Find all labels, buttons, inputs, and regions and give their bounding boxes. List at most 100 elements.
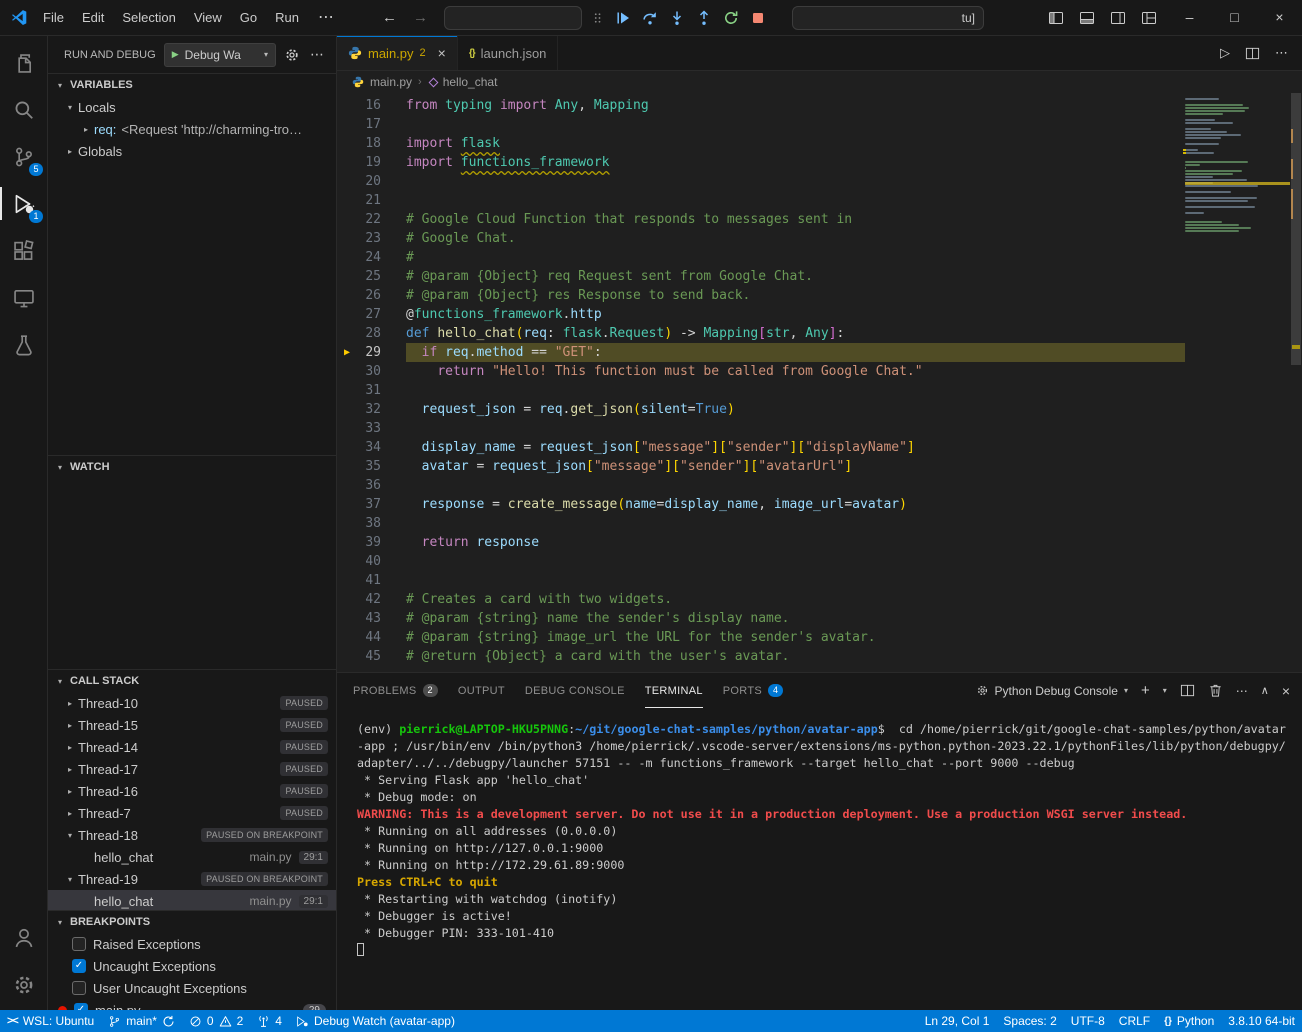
menu-overflow-icon[interactable]: ⋯ — [308, 1, 344, 35]
activity-accounts[interactable] — [0, 914, 48, 961]
code-line-31[interactable]: 31 — [337, 381, 1185, 400]
terminal-profile-chevron-icon[interactable]: ▾ — [1163, 686, 1167, 695]
line-number[interactable]: 41 — [337, 571, 381, 590]
code-line-45[interactable]: 45# @return {Object} a card with the use… — [337, 647, 1185, 666]
watch-header[interactable]: ▾ WATCH — [48, 456, 336, 478]
split-editor-icon[interactable] — [1245, 46, 1260, 61]
toggle-sidebar-icon[interactable] — [1048, 10, 1064, 26]
indentation[interactable]: Spaces: 2 — [996, 1010, 1063, 1032]
menu-file[interactable]: File — [34, 1, 73, 35]
line-number[interactable]: 17 — [337, 115, 381, 134]
drag-grip-icon[interactable] — [592, 10, 604, 26]
breakpoints-header[interactable]: ▾ BREAKPOINTS — [48, 911, 336, 933]
restart-icon[interactable] — [723, 10, 739, 26]
line-number[interactable]: 31 — [337, 381, 381, 400]
line-number[interactable]: 37 — [337, 495, 381, 514]
line-number[interactable]: 36 — [337, 476, 381, 495]
code-line-27[interactable]: 27@functions_framework.http — [337, 305, 1185, 324]
code-line-38[interactable]: 38 — [337, 514, 1185, 533]
breakpoint-checkbox[interactable] — [72, 981, 86, 995]
tab-launch-json[interactable]: {} launch.json — [458, 36, 559, 70]
line-number[interactable]: 32 — [337, 400, 381, 419]
forward-icon[interactable]: → — [413, 9, 428, 26]
breakpoint-checkbox[interactable]: ✓ — [74, 1003, 88, 1010]
toggle-panel-icon[interactable] — [1079, 10, 1095, 26]
activity-explorer[interactable] — [0, 39, 48, 86]
callstack-thread[interactable]: ▾Thread-19PAUSED ON BREAKPOINT — [48, 868, 336, 890]
callstack-frame[interactable]: hello_chatmain.py29:1 — [48, 890, 336, 910]
forwarded-ports-status[interactable]: 4 — [250, 1010, 289, 1032]
tab-problems-panel[interactable]: PROBLEMS2 — [353, 673, 438, 708]
line-number[interactable]: 21 — [337, 191, 381, 210]
line-number[interactable]: 18 — [337, 134, 381, 153]
code-line-21[interactable]: 21 — [337, 191, 1185, 210]
line-number[interactable]: 25 — [337, 267, 381, 286]
language-mode[interactable]: {}Python — [1157, 1010, 1221, 1032]
run-python-file-icon[interactable]: ▷ — [1220, 45, 1230, 61]
variables-header[interactable]: ▾ VARIABLES — [48, 74, 336, 96]
encoding[interactable]: UTF-8 — [1064, 1010, 1112, 1032]
code-line-18[interactable]: 18import flask — [337, 134, 1185, 153]
variables-scope-locals[interactable]: ▾ Locals — [48, 96, 336, 118]
tab-debug-console[interactable]: DEBUG CONSOLE — [525, 673, 625, 708]
search-box[interactable]: tu] — [792, 6, 984, 30]
code-line-22[interactable]: 22# Google Cloud Function that responds … — [337, 210, 1185, 229]
code-line-28[interactable]: 28def hello_chat(req: flask.Request) -> … — [337, 324, 1185, 343]
step-over-icon[interactable] — [642, 10, 658, 26]
stop-icon[interactable] — [750, 10, 766, 26]
maximize-button[interactable]: □ — [1212, 0, 1257, 35]
callstack-thread[interactable]: ▸Thread-7PAUSED — [48, 802, 336, 824]
line-number[interactable]: 20 — [337, 172, 381, 191]
line-number[interactable]: 26 — [337, 286, 381, 305]
code-line-32[interactable]: 32 request_json = req.get_json(silent=Tr… — [337, 400, 1185, 419]
breakpoint-row[interactable]: User Uncaught Exceptions — [48, 977, 336, 999]
continue-icon[interactable] — [615, 10, 631, 26]
line-number[interactable]: 38 — [337, 514, 381, 533]
command-center-search[interactable] — [444, 6, 582, 30]
menu-edit[interactable]: Edit — [73, 1, 113, 35]
line-number[interactable]: 16 — [337, 96, 381, 115]
code-line-29[interactable]: 29▶ if req.method == "GET": — [337, 343, 1185, 362]
code-line-20[interactable]: 20 — [337, 172, 1185, 191]
line-number[interactable]: 24 — [337, 248, 381, 267]
remote-indicator[interactable]: >< WSL: Ubuntu — [0, 1010, 101, 1032]
code-line-30[interactable]: 30 return "Hello! This function must be … — [337, 362, 1185, 381]
split-terminal-icon[interactable] — [1180, 683, 1195, 698]
callstack-thread[interactable]: ▸Thread-14PAUSED — [48, 736, 336, 758]
editor-scrollbar[interactable] — [1290, 93, 1302, 672]
cursor-position[interactable]: Ln 29, Col 1 — [918, 1010, 997, 1032]
customize-layout-icon[interactable] — [1141, 10, 1157, 26]
line-number[interactable]: 34 — [337, 438, 381, 457]
breakpoint-checkbox[interactable]: ✓ — [72, 959, 86, 973]
code-line-16[interactable]: 16from typing import Any, Mapping — [337, 96, 1185, 115]
eol-sequence[interactable]: CRLF — [1112, 1010, 1157, 1032]
code-line-34[interactable]: 34 display_name = request_json["message"… — [337, 438, 1185, 457]
callstack-thread[interactable]: ▾Thread-18PAUSED ON BREAKPOINT — [48, 824, 336, 846]
line-number[interactable]: 19 — [337, 153, 381, 172]
variable-req[interactable]: ▸ req: <Request 'http://charming-tro… — [48, 118, 336, 140]
breakpoint-row[interactable]: Raised Exceptions — [48, 933, 336, 955]
python-interpreter[interactable]: 3.8.10 64-bit — [1221, 1010, 1302, 1032]
breadcrumb-file[interactable]: main.py — [370, 75, 412, 89]
line-number[interactable]: 27 — [337, 305, 381, 324]
activity-extensions[interactable] — [0, 227, 48, 274]
minimize-button[interactable]: – — [1167, 0, 1212, 35]
callstack-thread[interactable]: ▸Thread-16PAUSED — [48, 780, 336, 802]
maximize-panel-icon[interactable]: ∧ — [1261, 684, 1269, 697]
debug-session-status[interactable]: Debug Watch (avatar-app) — [289, 1010, 462, 1032]
line-number[interactable]: 28 — [337, 324, 381, 343]
code-line-42[interactable]: 42# Creates a card with two widgets. — [337, 590, 1185, 609]
code-line-43[interactable]: 43# @param {string} name the sender's di… — [337, 609, 1185, 628]
breakpoint-row[interactable]: ✓Uncaught Exceptions — [48, 955, 336, 977]
step-into-icon[interactable] — [669, 10, 685, 26]
callstack-thread[interactable]: ▸Thread-15PAUSED — [48, 714, 336, 736]
git-branch-status[interactable]: main* — [101, 1010, 182, 1032]
terminal-selector[interactable]: Python Debug Console ▾ — [976, 684, 1128, 698]
variables-scope-globals[interactable]: ▸ Globals — [48, 140, 336, 162]
line-number[interactable]: 30 — [337, 362, 381, 381]
line-number[interactable]: 40 — [337, 552, 381, 571]
code-line-25[interactable]: 25# @param {Object} req Request sent fro… — [337, 267, 1185, 286]
code-line-26[interactable]: 26# @param {Object} res Response to send… — [337, 286, 1185, 305]
close-window-button[interactable]: × — [1257, 0, 1302, 35]
views-more-icon[interactable]: ⋯ — [308, 46, 326, 63]
